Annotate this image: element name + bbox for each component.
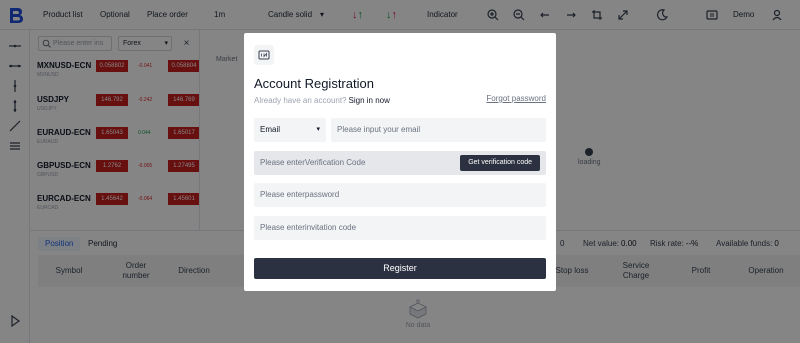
register-button[interactable]: Register <box>254 258 546 279</box>
logo-icon <box>254 45 274 65</box>
invitation-code-field[interactable]: Please enterinvitation code <box>254 216 546 240</box>
sign-in-link[interactable]: Sign in now <box>349 96 390 105</box>
get-verification-code-button[interactable]: Get verification code <box>460 155 540 171</box>
forgot-password-link[interactable]: Forgot password <box>486 94 546 103</box>
modal-title: Account Registration <box>254 76 374 91</box>
email-placeholder: Please input your email <box>337 125 421 134</box>
email-field[interactable]: Please input your email <box>331 118 546 142</box>
chevron-down-icon: ▾ <box>316 126 320 133</box>
method-select[interactable]: Email ▾ <box>254 118 326 142</box>
password-placeholder: Please enterpassword <box>260 190 340 199</box>
password-field[interactable]: Please enterpassword <box>254 183 546 207</box>
verification-code-field[interactable]: Please enterVerification Code Get verifi… <box>254 151 546 175</box>
code-placeholder: Please enterVerification Code <box>260 158 366 167</box>
registration-modal: Account Registration Already have an acc… <box>244 33 556 291</box>
method-value: Email <box>260 125 281 134</box>
have-account-label: Already have an account? <box>254 96 347 105</box>
have-account-text: Already have an account? Sign in now <box>254 96 390 105</box>
invitation-placeholder: Please enterinvitation code <box>260 223 357 232</box>
